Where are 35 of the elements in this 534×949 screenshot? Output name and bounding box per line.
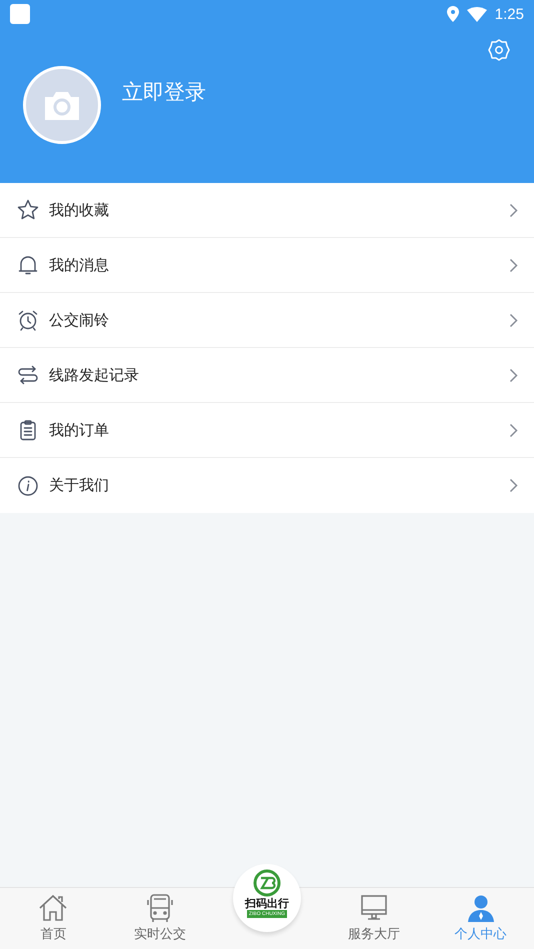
menu-label: 公交闹铃 (49, 310, 110, 330)
menu-item[interactable]: 公交闹铃 (0, 293, 534, 348)
menu-label: 我的订单 (49, 420, 110, 440)
nav-tab[interactable]: 实时公交 (134, 888, 186, 949)
chevron-right-icon (509, 312, 518, 328)
info-icon (17, 474, 39, 496)
menu-label: 线路发起记录 (49, 366, 140, 384)
avatar-camera-icon[interactable] (23, 66, 101, 144)
menu-item[interactable]: 线路发起记录 (0, 348, 534, 403)
menu-label: 关于我们 (49, 476, 110, 495)
nav-tab[interactable]: 服务大厅 (348, 888, 400, 949)
house-icon (37, 893, 70, 923)
clock-time: 1:25 (494, 6, 524, 22)
bell-icon (17, 254, 39, 276)
logo-icon (252, 869, 281, 897)
location-icon (446, 6, 459, 22)
chevron-right-icon (509, 258, 518, 272)
chevron-right-icon (509, 202, 518, 218)
scan-title: 扫码出行 (244, 897, 289, 910)
menu-label: 我的消息 (49, 256, 110, 274)
settings-icon[interactable] (487, 38, 511, 62)
chevron-right-icon (509, 368, 518, 382)
star-icon (17, 199, 39, 221)
menu-label: 我的收藏 (49, 200, 110, 220)
chevron-right-icon (509, 422, 518, 438)
wifi-icon (466, 6, 487, 22)
alarm-icon (17, 309, 39, 331)
route-icon (17, 364, 39, 386)
menu-item[interactable]: 关于我们 (0, 458, 534, 513)
notification-icon (10, 4, 30, 24)
nav-tab[interactable]: 首页 (37, 888, 70, 949)
menu-item[interactable]: 我的收藏 (0, 183, 534, 238)
chevron-right-icon (509, 478, 518, 493)
menu-item[interactable]: 我的消息 (0, 238, 534, 293)
menu-item[interactable]: 我的订单 (0, 403, 534, 458)
